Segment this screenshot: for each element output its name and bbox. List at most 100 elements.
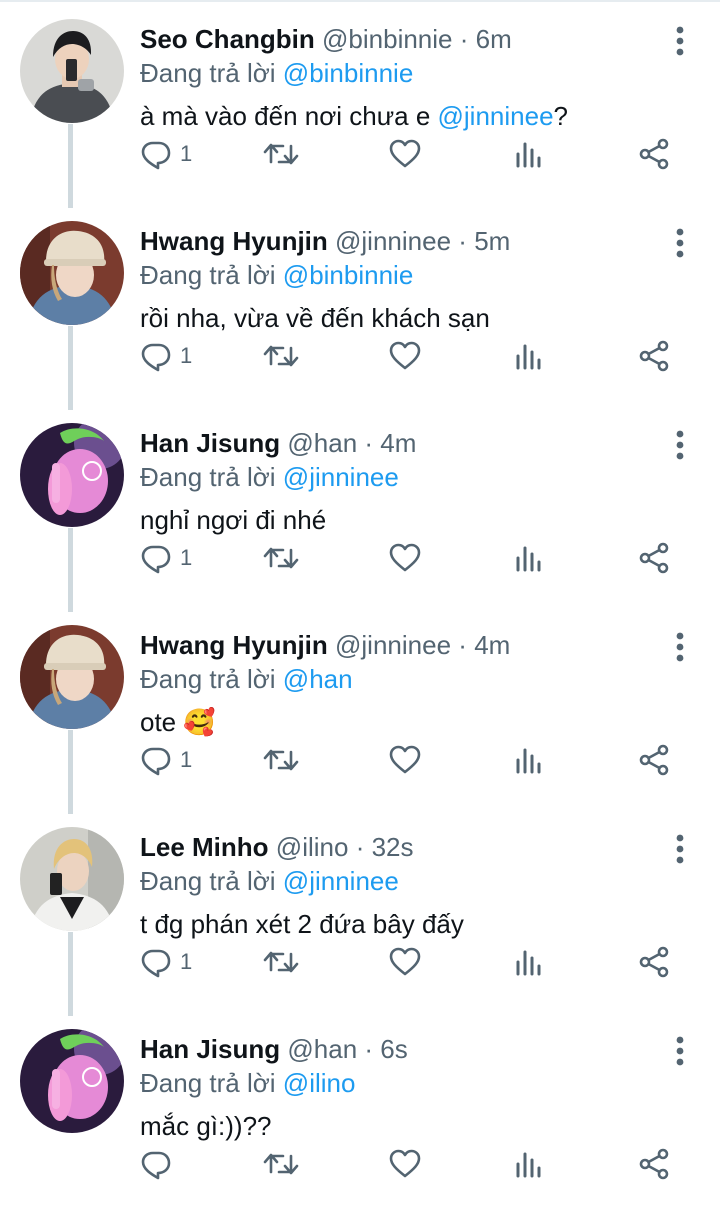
display-name[interactable]: Seo Changbin [140, 24, 315, 54]
more-options-icon[interactable] [674, 430, 686, 460]
display-name[interactable]: Hwang Hyunjin [140, 630, 328, 660]
timestamp[interactable]: 6m [476, 24, 512, 54]
tweet-text-body: nghỉ ngơi đi nhé [140, 505, 327, 535]
like-button[interactable] [388, 1146, 422, 1182]
timestamp[interactable]: 4m [474, 630, 510, 660]
tweet[interactable]: Han Jisung @han · 6s Đang trả lời @ilino… [0, 1012, 720, 1214]
replying-to: Đang trả lời @binbinnie [140, 258, 660, 292]
tweet-text-body: ote 🥰 [140, 707, 216, 737]
tweet[interactable]: Han Jisung @han · 4m Đang trả lời @jinni… [0, 406, 720, 612]
retweet-button[interactable] [262, 944, 300, 980]
avatar[interactable] [20, 827, 124, 931]
reply-count: 1 [180, 949, 193, 974]
share-button[interactable] [638, 1146, 670, 1182]
replying-to-mention[interactable]: @han [283, 664, 353, 694]
tweet-content: Hwang Hyunjin @jinninee · 5m Đang trả lờ… [140, 224, 660, 335]
replying-to-mention[interactable]: @binbinnie [283, 58, 413, 88]
like-button[interactable] [388, 338, 422, 374]
timestamp[interactable]: 4m [380, 428, 416, 458]
separator-dot: · [364, 428, 374, 458]
avatar[interactable] [20, 19, 124, 123]
retweet-button[interactable] [262, 1146, 300, 1182]
avatar[interactable] [20, 423, 124, 527]
replying-to-mention[interactable]: @binbinnie [283, 260, 413, 290]
analytics-icon [516, 546, 541, 572]
avatar[interactable] [20, 1029, 124, 1133]
reply-button[interactable]: 1 [140, 136, 192, 172]
replying-to: Đang trả lời @jinninee [140, 864, 660, 898]
more-options-icon[interactable] [674, 1036, 686, 1066]
reply-button[interactable]: 1 [140, 944, 192, 980]
heart-icon [389, 947, 421, 976]
tweet[interactable]: Hwang Hyunjin @jinninee · 5m Đang trả lờ… [0, 204, 720, 410]
heart-icon [389, 745, 421, 774]
replying-to-mention[interactable]: @jinninee [283, 866, 399, 896]
replying-to-label: Đang trả lời [140, 58, 276, 88]
analytics-button[interactable] [514, 944, 542, 980]
share-button[interactable] [638, 540, 670, 576]
reply-count: 1 [180, 141, 193, 166]
tweet-actions [140, 1146, 676, 1182]
avatar[interactable] [20, 221, 124, 325]
tweet-text-body: mắc gì:))?? [140, 1111, 272, 1141]
user-handle[interactable]: @jinninee [335, 226, 451, 256]
timestamp[interactable]: 32s [372, 832, 414, 862]
tweet[interactable]: Lee Minho @ilino · 32s Đang trả lời @jin… [0, 810, 720, 1016]
retweet-button[interactable] [262, 136, 300, 172]
reply-button[interactable]: 1 [140, 338, 192, 374]
user-handle[interactable]: @jinninee [335, 630, 451, 660]
replying-to-mention[interactable]: @ilino [283, 1068, 356, 1098]
display-name[interactable]: Han Jisung [140, 1034, 280, 1064]
share-icon [639, 340, 669, 372]
separator-dot: · [355, 832, 365, 862]
tweet[interactable]: Hwang Hyunjin @jinninee · 4m Đang trả lờ… [0, 608, 720, 814]
user-handle[interactable]: @binbinnie [322, 24, 452, 54]
share-button[interactable] [638, 338, 670, 374]
share-button[interactable] [638, 944, 670, 980]
timestamp[interactable]: 6s [380, 1034, 407, 1064]
avatar-han-jisung-icon [20, 1029, 124, 1133]
share-button[interactable] [638, 136, 670, 172]
display-name[interactable]: Han Jisung [140, 428, 280, 458]
analytics-button[interactable] [514, 136, 542, 172]
tweet-content: Seo Changbin @binbinnie · 6m Đang trả lờ… [140, 22, 660, 133]
display-name[interactable]: Lee Minho [140, 832, 269, 862]
display-name[interactable]: Hwang Hyunjin [140, 226, 328, 256]
analytics-button[interactable] [514, 338, 542, 374]
user-handle[interactable]: @han [287, 428, 357, 458]
tweet-header: Seo Changbin @binbinnie · 6m [140, 22, 660, 56]
tweet-text: t đg phán xét 2 đứa bây đấy [140, 907, 660, 941]
more-options-icon[interactable] [674, 228, 686, 258]
more-options-icon[interactable] [674, 834, 686, 864]
retweet-button[interactable] [262, 338, 300, 374]
analytics-button[interactable] [514, 540, 542, 576]
more-options-icon[interactable] [674, 26, 686, 56]
user-handle[interactable]: @ilino [276, 832, 349, 862]
like-button[interactable] [388, 540, 422, 576]
share-icon [639, 946, 669, 978]
like-button[interactable] [388, 944, 422, 980]
retweet-button[interactable] [262, 742, 300, 778]
replying-to-label: Đang trả lời [140, 1068, 276, 1098]
like-button[interactable] [388, 742, 422, 778]
analytics-button[interactable] [514, 742, 542, 778]
reply-button[interactable]: 1 [140, 540, 192, 576]
more-options-icon[interactable] [674, 632, 686, 662]
reply-count: 1 [180, 343, 193, 368]
user-handle[interactable]: @han [287, 1034, 357, 1064]
tweet-text-mention[interactable]: @jinninee [438, 101, 554, 131]
share-button[interactable] [638, 742, 670, 778]
avatar[interactable] [20, 625, 124, 729]
tweet[interactable]: Seo Changbin @binbinnie · 6m Đang trả lờ… [0, 2, 720, 208]
tweet-header: Hwang Hyunjin @jinninee · 4m [140, 628, 660, 662]
reply-icon [141, 141, 171, 170]
retweet-button[interactable] [262, 540, 300, 576]
reply-button[interactable]: 1 [140, 742, 192, 778]
avatar-seo-changbin-icon [20, 19, 124, 123]
like-button[interactable] [388, 136, 422, 172]
replying-to-mention[interactable]: @jinninee [283, 462, 399, 492]
tweet-content: Han Jisung @han · 4m Đang trả lời @jinni… [140, 426, 660, 537]
analytics-button[interactable] [514, 1146, 542, 1182]
reply-button[interactable] [140, 1146, 180, 1182]
timestamp[interactable]: 5m [474, 226, 510, 256]
